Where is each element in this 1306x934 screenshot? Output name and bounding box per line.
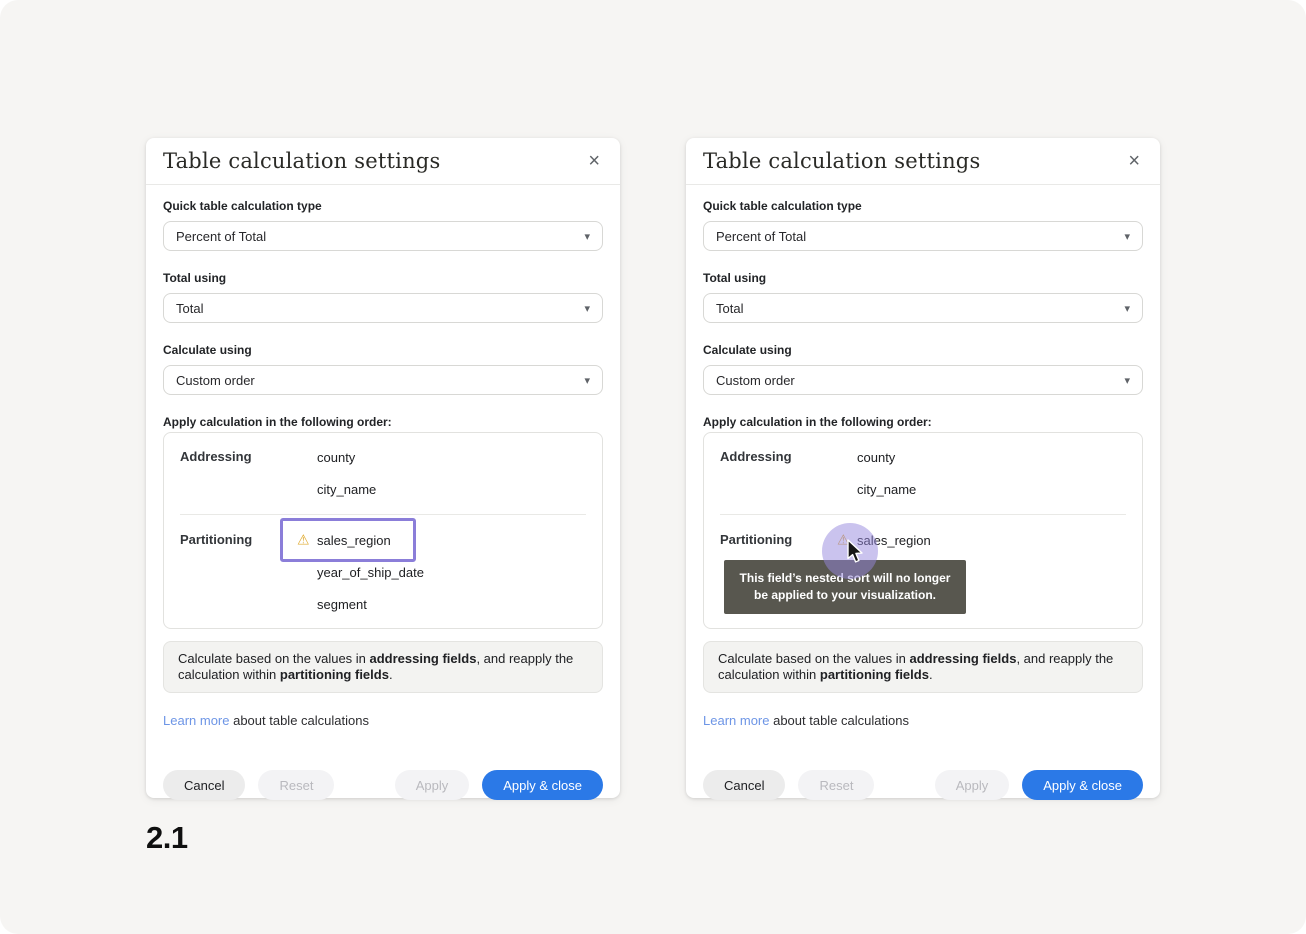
- info-bold-partitioning: partitioning fields: [820, 667, 929, 682]
- select-value: Percent of Total: [716, 229, 806, 244]
- calculate-using-label: Calculate using: [163, 343, 603, 358]
- caret-down-icon: ▾: [1124, 230, 1130, 243]
- field-item-label: city_name: [857, 482, 916, 497]
- field-item-label: year_of_ship_date: [317, 565, 424, 580]
- order-section-label: Apply calculation in the following order…: [703, 415, 1143, 430]
- info-bold-partitioning: partitioning fields: [280, 667, 389, 682]
- field-item-city-name[interactable]: city_name: [857, 473, 1126, 505]
- apply-button[interactable]: Apply: [395, 770, 470, 800]
- field-item-label: county: [317, 450, 355, 465]
- group-divider: [180, 514, 586, 515]
- info-text: Calculate based on the values in: [718, 651, 910, 666]
- info-bold-addressing: addressing fields: [370, 651, 477, 666]
- total-using-label: Total using: [163, 271, 603, 286]
- learn-more-rest: about table calculations: [229, 713, 368, 728]
- learn-more-link[interactable]: Learn more: [163, 713, 229, 728]
- caret-down-icon: ▾: [584, 374, 590, 387]
- calculate-using-label: Calculate using: [703, 343, 1143, 358]
- field-item-label: county: [857, 450, 895, 465]
- field-item-label: segment: [317, 597, 367, 612]
- table-calculation-dialog-right: Table calculation settings × Quick table…: [686, 138, 1160, 798]
- learn-more-link[interactable]: Learn more: [703, 713, 769, 728]
- select-value: Total: [716, 301, 743, 316]
- select-value: Custom order: [176, 373, 255, 388]
- field-item-label: sales_region: [857, 533, 931, 548]
- learn-more-row: Learn more about table calculations: [163, 713, 603, 728]
- field-item-year-of-ship-date[interactable]: year_of_ship_date: [317, 556, 586, 588]
- warning-icon: ⚠: [837, 532, 850, 546]
- group-divider: [720, 514, 1126, 515]
- nested-sort-tooltip: This field’s nested sort will no longer …: [724, 560, 966, 614]
- field-order-box: Addressing county city_name Partitioning: [163, 432, 603, 629]
- calculation-info-box: Calculate based on the values in address…: [163, 641, 603, 693]
- figure-caption: 2.1: [146, 820, 188, 856]
- apply-button[interactable]: Apply: [935, 770, 1010, 800]
- calculation-info-box: Calculate based on the values in address…: [703, 641, 1143, 693]
- info-bold-addressing: addressing fields: [910, 651, 1017, 666]
- calculate-using-select[interactable]: Custom order ▾: [703, 365, 1143, 395]
- quick-calc-type-select[interactable]: Percent of Total ▾: [163, 221, 603, 251]
- total-using-select[interactable]: Total ▾: [703, 293, 1143, 323]
- total-using-select[interactable]: Total ▾: [163, 293, 603, 323]
- field-order-box: Addressing county city_name Partitioning: [703, 432, 1143, 629]
- field-item-label: sales_region: [317, 533, 391, 548]
- total-using-label: Total using: [703, 271, 1143, 286]
- dialog-footer: Cancel Reset Apply Apply & close: [163, 770, 603, 800]
- field-item-county[interactable]: county: [857, 441, 1126, 473]
- quick-calc-type-label: Quick table calculation type: [703, 199, 1143, 214]
- caret-down-icon: ▾: [1124, 374, 1130, 387]
- order-section-label: Apply calculation in the following order…: [163, 415, 603, 430]
- field-item-city-name[interactable]: city_name: [317, 473, 586, 505]
- apply-close-button[interactable]: Apply & close: [1022, 770, 1143, 800]
- learn-more-row: Learn more about table calculations: [703, 713, 1143, 728]
- field-item-label: city_name: [317, 482, 376, 497]
- reset-button[interactable]: Reset: [798, 770, 874, 800]
- learn-more-rest: about table calculations: [769, 713, 908, 728]
- dialog-footer: Cancel Reset Apply Apply & close: [703, 770, 1143, 800]
- field-item-segment[interactable]: segment: [317, 588, 586, 620]
- caret-down-icon: ▾: [584, 230, 590, 243]
- quick-calc-type-label: Quick table calculation type: [163, 199, 603, 214]
- group-name-addressing: Addressing: [720, 441, 857, 505]
- info-text: Calculate based on the values in: [178, 651, 370, 666]
- dialog-title: Table calculation settings: [703, 149, 980, 173]
- dialog-header: Table calculation settings ×: [686, 138, 1160, 185]
- caret-down-icon: ▾: [584, 302, 590, 315]
- field-item-sales-region[interactable]: ⚠ sales_region This field’s nested sort …: [857, 524, 1126, 556]
- reset-button[interactable]: Reset: [258, 770, 334, 800]
- apply-close-button[interactable]: Apply & close: [482, 770, 603, 800]
- close-icon[interactable]: ×: [588, 151, 600, 171]
- caret-down-icon: ▾: [1124, 302, 1130, 315]
- table-calculation-dialog-left: Table calculation settings × Quick table…: [146, 138, 620, 798]
- field-item-sales-region[interactable]: ⚠ sales_region: [317, 524, 586, 556]
- field-item-county[interactable]: county: [317, 441, 586, 473]
- select-value: Custom order: [716, 373, 795, 388]
- info-text: .: [389, 667, 393, 682]
- quick-calc-type-select[interactable]: Percent of Total ▾: [703, 221, 1143, 251]
- calculate-using-select[interactable]: Custom order ▾: [163, 365, 603, 395]
- warning-icon: ⚠: [297, 532, 310, 546]
- dialog-header: Table calculation settings ×: [146, 138, 620, 185]
- select-value: Total: [176, 301, 203, 316]
- dialog-title: Table calculation settings: [163, 149, 440, 173]
- info-text: .: [929, 667, 933, 682]
- close-icon[interactable]: ×: [1128, 151, 1140, 171]
- cancel-button[interactable]: Cancel: [703, 770, 785, 800]
- group-name-addressing: Addressing: [180, 441, 317, 505]
- select-value: Percent of Total: [176, 229, 266, 244]
- page-background: Table calculation settings × Quick table…: [0, 0, 1306, 934]
- cancel-button[interactable]: Cancel: [163, 770, 245, 800]
